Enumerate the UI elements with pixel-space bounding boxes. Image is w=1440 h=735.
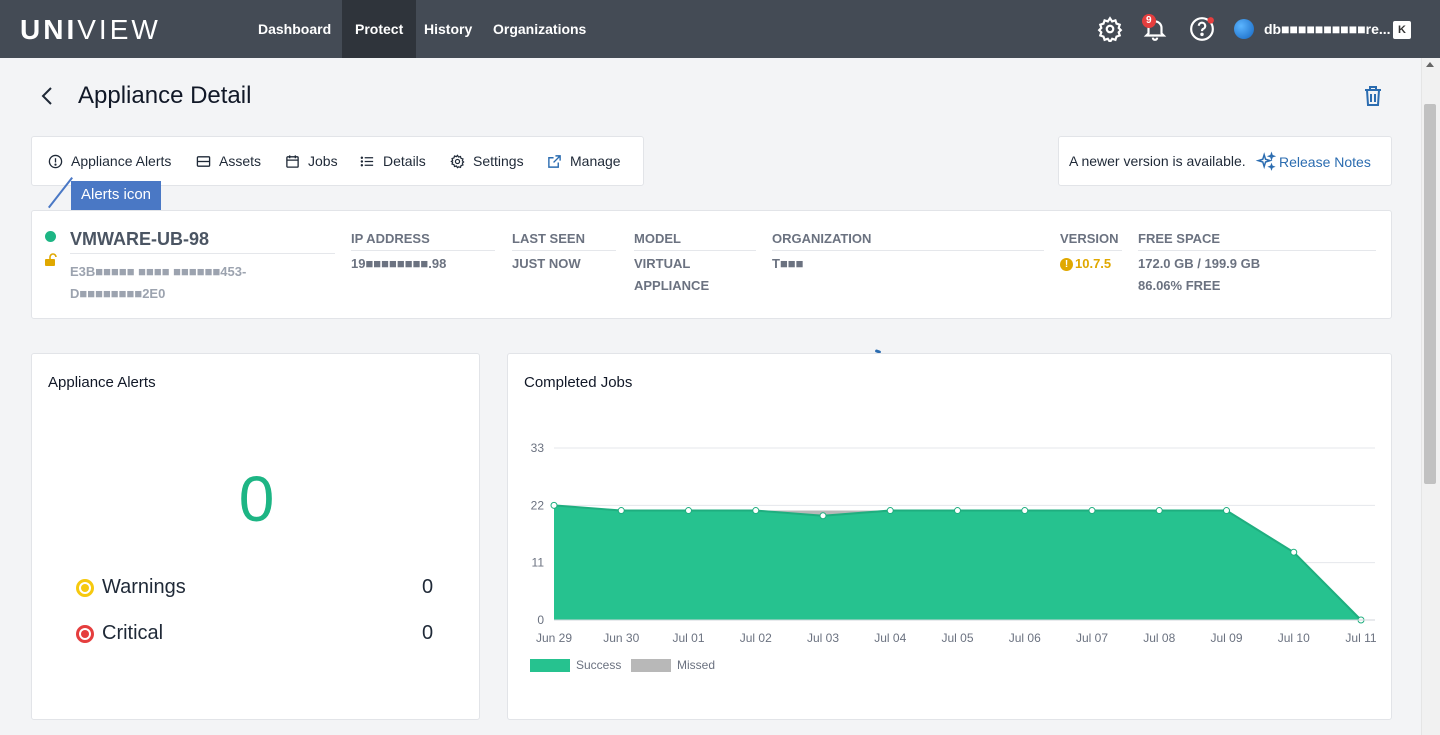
x-tick-label: Jun 30 [603, 631, 639, 645]
x-tick-label: Jul 05 [941, 631, 973, 645]
completed-jobs-card: Completed Jobs 0 11 22 33 Jun 29 Jun 30 Jul 01… [507, 353, 1392, 720]
warnings-count: 0 [422, 576, 434, 598]
status-indicator [45, 231, 56, 242]
x-tick-label: Jul 02 [740, 631, 772, 645]
avatar[interactable] [1234, 19, 1254, 39]
free-space-label: FREE SPACE [1138, 231, 1376, 251]
divider [70, 253, 335, 254]
ip-address-label: IP ADDRESS [351, 231, 495, 251]
x-tick-label: Jul 11 [1345, 631, 1376, 645]
uniview-logo[interactable]: UNIVIEW [20, 14, 161, 46]
data-point [685, 507, 692, 515]
appliance-serial: E3B■■■■■ ■■■■ ■■■■■■453- D■■■■■■■■2E0 [70, 264, 247, 301]
appliance-alerts-card: Appliance Alerts 0 Warnings 0 Critical 0 [31, 353, 480, 720]
kaseya-icon[interactable]: K [1393, 21, 1411, 39]
y-tick-label: 11 [532, 556, 545, 570]
unlock-icon[interactable] [44, 253, 58, 267]
nav-dashboard[interactable]: Dashboard [245, 0, 344, 58]
nav-history[interactable]: History [411, 0, 485, 58]
data-point [954, 507, 961, 515]
x-tick-label: Jul 10 [1278, 631, 1310, 645]
ip-address-value: 19■■■■■■■■.98 [351, 256, 447, 271]
x-tick-label: Jul 06 [1009, 631, 1041, 645]
appliance-tabs: Appliance Alerts Assets Jobs Details Set… [31, 136, 644, 186]
user-name[interactable]: db■■■■■■■■■■re... [1264, 21, 1391, 37]
data-point [1155, 507, 1163, 515]
tab-settings[interactable]: Settings [450, 153, 524, 169]
page-title: Appliance Detail [78, 82, 252, 109]
last-seen-value: JUST NOW [512, 256, 581, 271]
version-value[interactable]: ! 10.7.5 [1060, 253, 1111, 275]
calendar-icon [286, 154, 299, 168]
gear-icon [450, 153, 465, 168]
data-point [617, 507, 625, 515]
warning-circle-icon [76, 578, 94, 597]
legend-missed[interactable]: Missed [631, 658, 715, 672]
release-notes-link[interactable]: Release Notes [1255, 151, 1371, 173]
server-icon [196, 155, 211, 167]
gear-icon[interactable] [1097, 16, 1123, 42]
scroll-up-arrow[interactable] [1426, 62, 1434, 67]
alerts-icon-tooltip: Alerts icon [71, 181, 162, 210]
tab-jobs[interactable]: Jobs [285, 153, 338, 169]
data-point [886, 507, 894, 515]
nav-organizations[interactable]: Organizations [480, 0, 599, 58]
appliance-name: VMWARE-UB-98 [70, 229, 210, 249]
model-value: VIRTUAL APPLIANCE [634, 256, 710, 293]
help-icon[interactable] [1189, 16, 1215, 42]
data-point [1088, 507, 1096, 515]
update-message: A newer version is available. [1069, 153, 1246, 169]
data-point [1021, 507, 1029, 515]
data-point [819, 512, 827, 520]
organization-label: ORGANIZATION [772, 231, 1044, 251]
version-label: VERSION [1060, 231, 1122, 251]
data-point [752, 507, 760, 515]
free-space-value: 172.0 GB / 199.9 GB 86.06% FREE [1138, 256, 1261, 293]
x-tick-label: Jul 09 [1210, 631, 1242, 645]
tab-manage[interactable]: Manage [547, 153, 621, 169]
data-point [550, 501, 558, 509]
critical-count: 0 [422, 622, 434, 644]
top-navbar: UNIVIEW Dashboard Protect History Organi… [0, 0, 1440, 58]
alerts-card-title: Appliance Alerts [48, 374, 156, 391]
sparkle-icon [1255, 151, 1277, 171]
model-label: MODEL [634, 231, 756, 251]
data-point [1223, 507, 1230, 515]
external-link-icon [548, 154, 561, 168]
warning-icon: ! [1060, 257, 1073, 271]
warnings-row: Warnings [76, 576, 186, 599]
back-arrow-icon[interactable] [38, 84, 58, 108]
x-tick-label: Jul 03 [807, 631, 839, 645]
tab-appliance-alerts[interactable]: Appliance Alerts [48, 153, 171, 169]
alerts-total: 0 [238, 463, 275, 535]
legend-success[interactable]: Success [530, 658, 621, 672]
trash-icon[interactable] [1362, 84, 1384, 108]
critical-row: Critical [76, 622, 163, 645]
x-tick-label: Jun 29 [536, 631, 572, 645]
last-seen-label: LAST SEEN [512, 231, 616, 251]
organization-value: T■■■ [772, 256, 804, 271]
x-tick-label: Jul 01 [672, 631, 704, 645]
nav-protect[interactable]: Protect [342, 0, 417, 58]
alert-circle-icon [48, 154, 63, 168]
list-icon [360, 156, 374, 166]
x-tick-label: Jul 08 [1143, 631, 1175, 645]
series-area-success [554, 505, 1361, 620]
tab-assets[interactable]: Assets [196, 153, 261, 169]
appliance-info-card: VMWARE-UB-98 E3B■■■■■ ■■■■ ■■■■■■453- D■… [31, 210, 1392, 319]
y-tick-label: 0 [537, 613, 544, 627]
tab-details[interactable]: Details [360, 153, 426, 169]
x-tick-label: Jul 07 [1076, 631, 1108, 645]
x-tick-label: Jul 04 [874, 631, 906, 645]
data-point [1290, 548, 1298, 556]
update-banner: A newer version is available. Release No… [1058, 136, 1392, 186]
critical-circle-icon [76, 624, 94, 643]
scrollbar-thumb[interactable] [1424, 104, 1436, 484]
y-tick-label: 22 [531, 498, 545, 512]
y-tick-label: 33 [531, 441, 545, 455]
notification-badge: 9 [1142, 14, 1156, 28]
